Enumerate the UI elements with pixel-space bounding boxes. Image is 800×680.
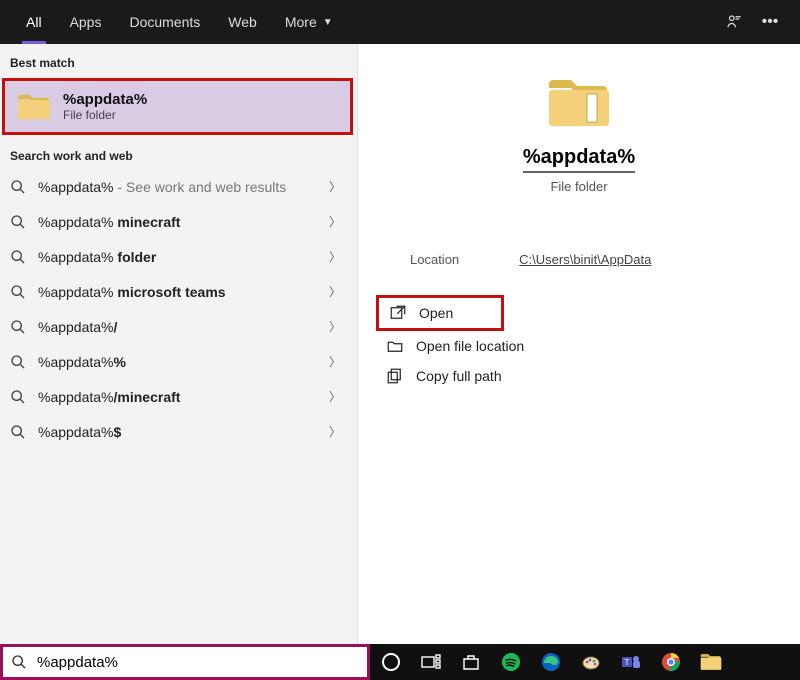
edge-icon[interactable] [540,651,562,673]
taskbar: T [0,644,800,680]
tab-all[interactable]: All [12,0,56,44]
chevron-down-icon: ▼ [323,17,333,28]
chevron-right-icon[interactable]: 〉 [323,388,347,405]
paint-icon[interactable] [580,651,602,673]
suggestion-item[interactable]: %appdata% minecraft〉 [0,204,357,239]
chrome-icon[interactable] [660,651,682,673]
suggestion-label: %appdata%% [38,354,323,370]
suggestion-item[interactable]: %appdata%%〉 [0,344,357,379]
tab-apps[interactable]: Apps [56,0,116,44]
tab-more[interactable]: More ▼ [271,0,347,44]
search-icon [10,354,26,370]
action-label: Copy full path [416,368,502,384]
chevron-right-icon[interactable]: 〉 [323,423,347,440]
taskbar-icons: T [370,644,800,680]
suggestion-item[interactable]: %appdata%$〉 [0,414,357,449]
chevron-right-icon[interactable]: 〉 [323,248,347,265]
search-icon [10,214,26,230]
feedback-button[interactable] [716,0,752,44]
tab-label: Web [228,14,257,30]
tab-web[interactable]: Web [214,0,271,44]
explorer-icon[interactable] [700,651,722,673]
results-list-pane: Best match %appdata% File folder Search … [0,44,358,644]
suggestion-label: %appdata% microsoft teams [38,284,323,300]
best-match-item[interactable]: %appdata% File folder [2,78,353,135]
action-open-file-location[interactable]: Open file location [382,331,776,361]
action-label: Open [419,305,453,321]
folder-icon [17,93,51,121]
suggestion-label: %appdata% minecraft [38,214,323,230]
suggestion-item[interactable]: %appdata% - See work and web results〉 [0,169,357,204]
cortana-icon[interactable] [380,651,402,673]
search-filter-bar: All Apps Documents Web More ▼ ••• [0,0,800,44]
details-title: %appdata% [523,146,635,173]
chevron-right-icon[interactable]: 〉 [323,178,347,195]
teams-icon[interactable]: T [620,651,642,673]
search-icon [10,424,26,440]
action-open[interactable]: Open [376,295,504,331]
search-icon [10,389,26,405]
suggestion-item[interactable]: %appdata%/minecraft〉 [0,379,357,414]
search-icon [10,319,26,335]
search-input[interactable] [37,654,359,671]
suggestion-item[interactable]: %appdata% folder〉 [0,239,357,274]
search-icon [10,179,26,195]
suggestion-label: %appdata%/ [38,319,323,335]
chevron-right-icon[interactable]: 〉 [323,318,347,335]
search-icon [10,249,26,265]
search-icon [11,654,27,670]
suggestion-label: %appdata% - See work and web results [38,179,323,195]
options-button[interactable]: ••• [752,0,788,44]
details-actions: Open Open file location Copy full path [382,295,776,391]
tab-label: All [26,14,42,30]
chevron-right-icon[interactable]: 〉 [323,283,347,300]
suggestion-item[interactable]: %appdata%/〉 [0,309,357,344]
open-icon [389,304,407,322]
suggestion-label: %appdata% folder [38,249,323,265]
filter-tabs: All Apps Documents Web More ▼ [12,0,347,44]
location-label: Location [410,252,459,267]
search-icon [10,284,26,300]
best-match-title: %appdata% [63,91,147,108]
spotify-icon[interactable] [500,651,522,673]
action-label: Open file location [416,338,524,354]
tab-label: Documents [129,14,200,30]
details-subtitle: File folder [550,179,607,194]
chevron-right-icon[interactable]: 〉 [323,353,347,370]
suggestion-label: %appdata%$ [38,424,323,440]
store-icon[interactable] [460,651,482,673]
location-value[interactable]: C:\Users\binit\AppData [519,252,651,267]
copy-path-icon [386,367,404,385]
svg-text:T: T [625,658,630,667]
chevron-right-icon[interactable]: 〉 [323,213,347,230]
suggestion-label: %appdata%/minecraft [38,389,323,405]
search-results-area: Best match %appdata% File folder Search … [0,44,800,644]
taskbar-search[interactable] [0,644,370,680]
search-web-heading: Search work and web [0,137,357,169]
folder-icon [547,76,611,130]
ellipsis-icon: ••• [762,13,779,31]
details-pane: %appdata% File folder Location C:\Users\… [358,44,800,644]
tab-label: Apps [70,14,102,30]
tab-label: More [285,14,317,30]
tab-documents[interactable]: Documents [115,0,214,44]
best-match-heading: Best match [0,44,357,76]
suggestion-item[interactable]: %appdata% microsoft teams〉 [0,274,357,309]
open-location-icon [386,337,404,355]
action-copy-full-path[interactable]: Copy full path [382,361,776,391]
task-view-icon[interactable] [420,651,442,673]
feedback-icon [725,13,743,31]
suggestion-list: %appdata% - See work and web results〉%ap… [0,169,357,449]
best-match-subtitle: File folder [63,108,147,122]
